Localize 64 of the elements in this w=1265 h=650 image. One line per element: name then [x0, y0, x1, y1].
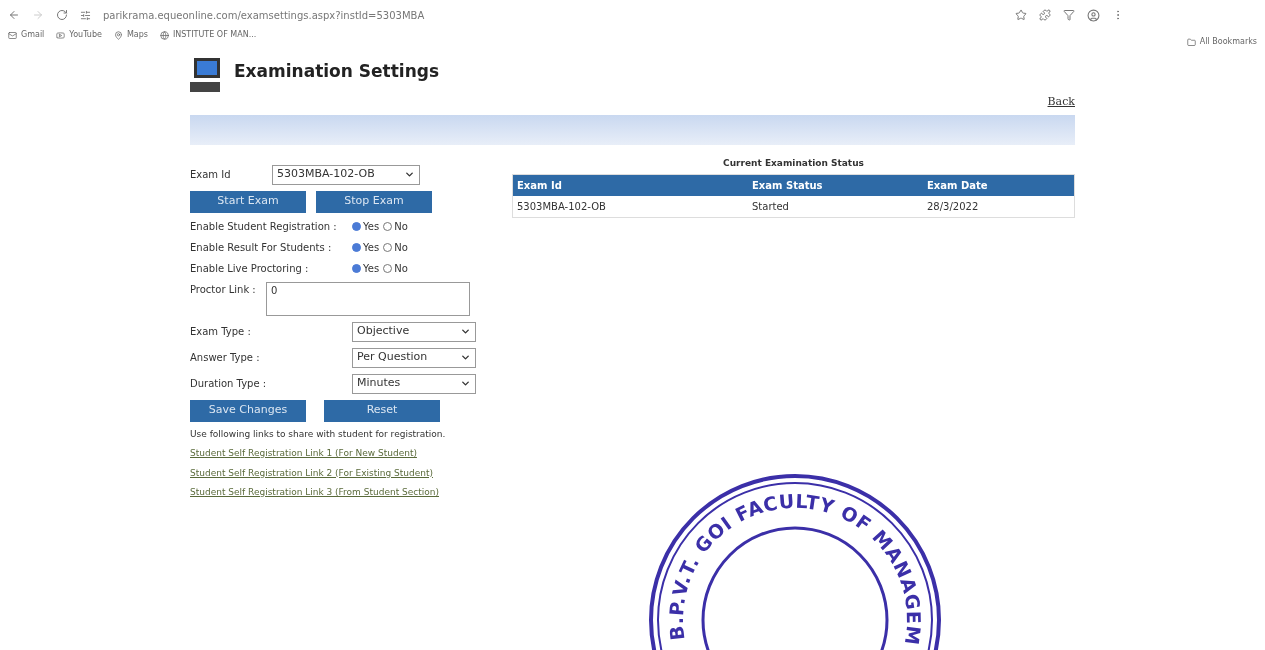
- all-bookmarks[interactable]: All Bookmarks: [1186, 36, 1257, 48]
- folder-icon: [1186, 37, 1196, 47]
- dropdown[interactable]: Minutes: [352, 373, 476, 394]
- field-label: Enable Student Registration :: [190, 219, 338, 234]
- field-label: Answer Type :: [190, 351, 261, 365]
- dropdown[interactable]: 5303MBA-102-OB: [272, 164, 420, 185]
- page-title: Examination Settings: [234, 59, 440, 83]
- dropdown[interactable]: Objective: [352, 321, 476, 342]
- chevron-icon: [460, 352, 471, 363]
- field-label: Enable Live Proctoring :: [190, 261, 310, 276]
- bookmark-icon: [56, 30, 66, 40]
- registration-link[interactable]: Student Self Registration Link 2 (For Existing Student): [190, 466, 490, 480]
- radio-option[interactable]: Yes: [352, 239, 380, 255]
- links-intro: Use following links to share with student for registration.: [190, 427, 447, 441]
- site-settings-icon[interactable]: [80, 9, 91, 21]
- proctor-link-field[interactable]: 0: [266, 281, 470, 316]
- filter-icon[interactable]: [1063, 9, 1075, 21]
- extensions-icon[interactable]: [1039, 9, 1051, 21]
- chevron-icon: [460, 378, 471, 389]
- registration-link[interactable]: Student Self Registration Link 1 (For New Student): [190, 447, 490, 461]
- radio-button[interactable]: [383, 263, 393, 273]
- field-label: Duration Type :: [190, 377, 268, 391]
- field-label: Exam Type :: [190, 325, 252, 339]
- radio-option[interactable]: Yes: [352, 218, 380, 234]
- action-button[interactable]: Stop Exam: [316, 190, 432, 213]
- bookmark[interactable]: YouTube: [56, 29, 102, 41]
- radio-button[interactable]: [383, 242, 393, 252]
- radio-option[interactable]: No: [383, 260, 408, 276]
- bookmark-icon: [113, 30, 123, 40]
- column-header: Exam Status: [751, 179, 824, 193]
- field-label: Exam Id: [190, 168, 232, 182]
- bookmark-icon: [8, 30, 17, 40]
- column-header: Exam Id: [516, 179, 563, 193]
- back-link[interactable]: Back: [1047, 94, 1075, 111]
- table-cell-text: 5303MBA-102-OB: [516, 200, 607, 214]
- field-label: Proctor Link :: [190, 282, 257, 297]
- field-label: Enable Result For Students :: [190, 240, 333, 255]
- table-cell-text: Started: [751, 200, 790, 214]
- dropdown[interactable]: Per Question: [352, 347, 476, 368]
- column-header: Exam Date: [926, 179, 989, 193]
- bookmark-icon: [159, 30, 169, 40]
- back-icon[interactable]: [8, 9, 20, 21]
- radio-button[interactable]: [352, 221, 361, 231]
- profile-icon[interactable]: [1087, 8, 1100, 22]
- registration-link[interactable]: Student Self Registration Link 3 (From Student Section): [190, 486, 490, 500]
- bookmark[interactable]: INSTITUTE OF MAN...: [159, 29, 257, 41]
- radio-button[interactable]: [383, 221, 393, 231]
- bookmark[interactable]: Maps: [113, 29, 148, 41]
- reload-icon[interactable]: [56, 9, 68, 21]
- radio-button[interactable]: [352, 242, 361, 252]
- action-button[interactable]: Reset: [324, 399, 440, 422]
- table-cell-text: 28/3/2022: [926, 200, 980, 214]
- action-button[interactable]: Start Exam: [190, 190, 306, 213]
- radio-option[interactable]: Yes: [352, 260, 380, 276]
- bookmark[interactable]: Gmail: [8, 29, 45, 41]
- radio-option[interactable]: No: [383, 239, 408, 255]
- chevron-icon: [404, 169, 415, 180]
- radio-option[interactable]: No: [383, 218, 408, 234]
- address-field[interactable]: parikrama.equeonline.com/examsettings.aspx?instId=5303MBA: [103, 7, 1003, 23]
- chevron-icon: [460, 326, 471, 337]
- status-title: Current Examination Status: [722, 156, 865, 170]
- star-icon[interactable]: [1015, 9, 1027, 21]
- action-button[interactable]: Save Changes: [190, 399, 306, 422]
- radio-button[interactable]: [352, 263, 361, 273]
